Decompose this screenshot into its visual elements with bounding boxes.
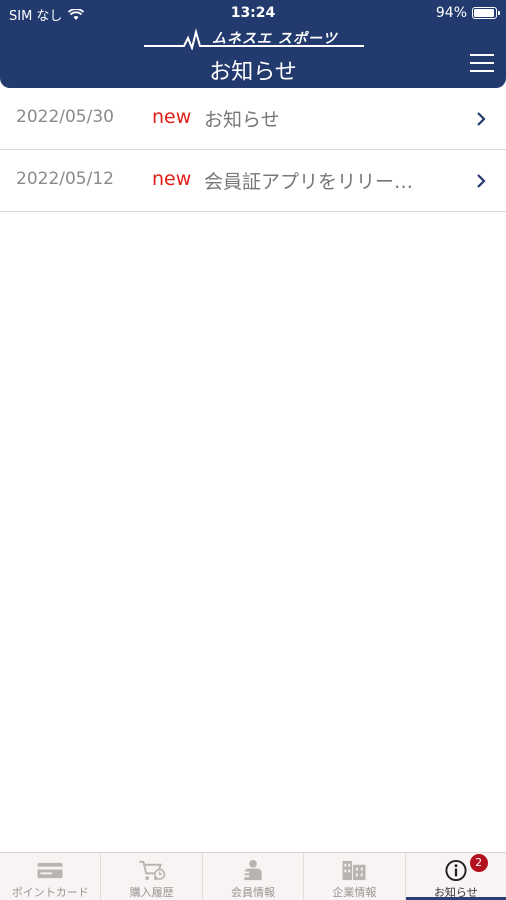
battery-percent: 94% [435, 5, 467, 21]
chevron-right-icon [477, 174, 486, 188]
battery-icon [472, 7, 500, 19]
notification-badge: 2 [469, 854, 488, 872]
tab-point-card[interactable]: ポイントカード [0, 853, 102, 900]
status-time: 13:24 [230, 5, 276, 21]
new-badge: new [152, 168, 192, 190]
logo-text: ムネスエ スポーツ [212, 31, 338, 47]
notice-item[interactable]: 2022/05/12 new 会員証アプリをリリー… [0, 150, 506, 212]
notice-list: 2022/05/30 new お知らせ 2022/05/12 new 会員証アプ… [0, 88, 506, 212]
battery-level [474, 9, 494, 17]
notice-date: 2022/05/12 [16, 169, 114, 189]
tab-label: 購入履歴 [129, 886, 174, 899]
menu-button[interactable] [470, 54, 494, 74]
app-header: SIM なし 13:24 94% ムネスエ スポーツ お知らせ [0, 0, 506, 88]
card-icon [37, 862, 63, 879]
tab-member-info[interactable]: 会員情報 [203, 853, 305, 900]
new-badge: new [152, 106, 192, 128]
member-icon [241, 859, 262, 881]
notice-title: お知らせ [204, 109, 280, 131]
chevron-right-icon [477, 112, 486, 126]
cart-icon [139, 860, 165, 881]
tab-bar: ポイントカード 購入履歴 会員情報 企業情報 お知らせ 2 [0, 852, 506, 900]
tab-purchase-history[interactable]: 購入履歴 [101, 853, 203, 900]
hamburger-icon [470, 54, 494, 56]
notice-item[interactable]: 2022/05/30 new お知らせ [0, 88, 506, 150]
notice-date: 2022/05/30 [16, 107, 114, 127]
tab-notices[interactable]: お知らせ 2 [405, 853, 506, 900]
tab-label: ポイントカード [11, 886, 89, 899]
tab-label: 企業情報 [332, 886, 377, 899]
tab-label: お知らせ [433, 886, 478, 899]
tab-company-info[interactable]: 企業情報 [304, 853, 406, 900]
page-title: お知らせ [209, 60, 297, 85]
status-bar: SIM なし 13:24 94% [0, 0, 506, 26]
tab-label: 会員情報 [231, 886, 276, 899]
notice-title: 会員証アプリをリリー… [204, 171, 414, 193]
building-icon [342, 860, 366, 881]
info-icon [445, 859, 467, 882]
brand-logo: ムネスエ スポーツ [140, 26, 366, 52]
